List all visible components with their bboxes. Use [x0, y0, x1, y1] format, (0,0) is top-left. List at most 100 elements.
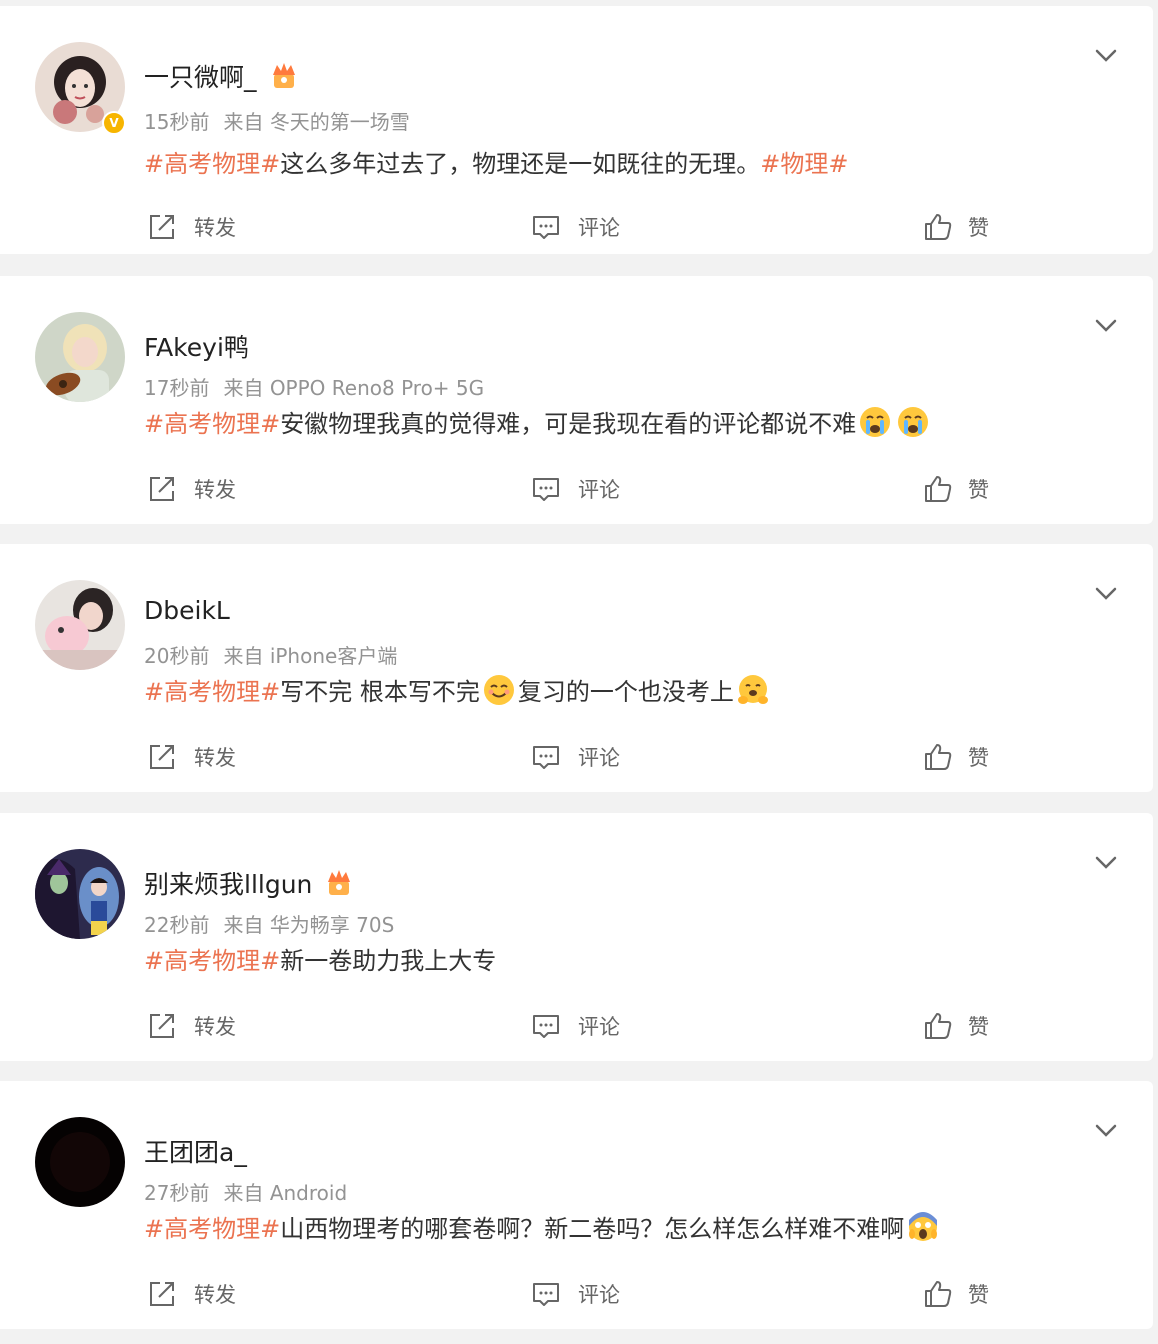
crown-icon: [328, 870, 351, 895]
username[interactable]: DbeikL: [144, 596, 230, 625]
comment-button[interactable]: 评论: [530, 464, 620, 514]
screaming-emoji-icon: [909, 1211, 938, 1241]
post-meta: 20秒前 来自 iPhone客户端: [144, 640, 397, 669]
thumbs-up-icon: [925, 214, 952, 240]
comment-icon: [533, 1283, 559, 1306]
post-card: 王团团a_ 27秒前 来自 Android #高考物理# 山西物理考的哪套卷啊？新二…: [0, 1081, 1153, 1329]
share-icon: [150, 215, 174, 239]
post-text: 复习的一个也没考上: [517, 678, 734, 706]
like-button[interactable]: 赞: [922, 732, 989, 782]
chevron-down-icon[interactable]: [1092, 312, 1120, 340]
post-actions: 转发 评论 赞: [0, 1001, 1153, 1051]
post-source: 冬天的第一场雪: [269, 110, 410, 134]
post-actions: 转发 评论 赞: [0, 202, 1153, 252]
avatar[interactable]: [35, 312, 125, 402]
thumbs-up-icon: [925, 744, 952, 770]
like-button[interactable]: 赞: [922, 464, 989, 514]
chevron-down-icon[interactable]: [1092, 1117, 1120, 1145]
post-time[interactable]: 22秒前: [144, 913, 209, 937]
thumbs-up-icon: [925, 1281, 952, 1307]
hashtag[interactable]: #高考物理#: [144, 672, 280, 707]
source-prefix: 来自: [223, 644, 264, 668]
avatar[interactable]: [35, 1117, 125, 1207]
post-source: 华为畅享 70S: [269, 913, 395, 937]
username[interactable]: 别来烦我lllgun: [144, 865, 312, 901]
like-button[interactable]: 赞: [922, 202, 989, 252]
comment-label: 评论: [578, 216, 620, 240]
comment-label: 评论: [578, 478, 620, 502]
like-label: 赞: [968, 1015, 989, 1039]
comment-button[interactable]: 评论: [530, 732, 620, 782]
hashtag[interactable]: #高考物理#: [144, 941, 280, 976]
verified-badge-icon: V: [102, 111, 126, 135]
post-content: #高考物理# 安徽物理我真的觉得难，可是我现在看的评论都说不难: [144, 404, 932, 439]
comment-button[interactable]: 评论: [530, 1001, 620, 1051]
comment-icon: [533, 1015, 559, 1038]
smiling-emoji-icon: [483, 674, 514, 705]
hashtag[interactable]: #高考物理#: [144, 404, 280, 439]
post-card: FAkeyi鸭 17秒前 来自 OPPO Reno8 Pro+ 5G #高考物理#…: [0, 276, 1153, 524]
post-meta: 27秒前 来自 Android: [144, 1177, 347, 1206]
post-source: Android: [269, 1181, 348, 1205]
post-actions: 转发 评论 赞: [0, 1269, 1153, 1319]
chevron-down-icon[interactable]: [1092, 849, 1120, 877]
crying-emoji-icon: [898, 406, 929, 437]
share-button[interactable]: 转发: [146, 732, 236, 782]
post-time[interactable]: 20秒前: [144, 644, 209, 668]
username-row: 一只微啊_: [144, 58, 299, 94]
comment-icon: [533, 746, 559, 769]
like-button[interactable]: 赞: [922, 1001, 989, 1051]
thumbs-up-icon: [925, 476, 952, 502]
post-content: #高考物理# 写不完 根本写不完 复习的一个也没考上: [144, 672, 772, 707]
hugging-emoji-icon: [737, 674, 768, 704]
share-label: 转发: [194, 1283, 236, 1307]
post-time[interactable]: 15秒前: [144, 110, 209, 134]
comment-button[interactable]: 评论: [530, 202, 620, 252]
chevron-down-icon[interactable]: [1092, 580, 1120, 608]
post-source: OPPO Reno8 Pro+ 5G: [269, 376, 485, 400]
post-text: 新一卷助力我上大专: [280, 947, 497, 975]
source-prefix: 来自: [223, 376, 264, 400]
post-actions: 转发 评论 赞: [0, 732, 1153, 782]
like-button[interactable]: 赞: [922, 1269, 989, 1319]
username[interactable]: 一只微啊_: [144, 58, 257, 94]
share-icon: [150, 477, 174, 501]
thumbs-up-icon: [925, 1013, 952, 1039]
source-prefix: 来自: [223, 110, 264, 134]
share-button[interactable]: 转发: [146, 1001, 236, 1051]
share-button[interactable]: 转发: [146, 464, 236, 514]
share-icon: [150, 1282, 174, 1306]
post-text: 山西物理考的哪套卷啊？新二卷吗？怎么样怎么样难不难啊: [280, 1215, 905, 1243]
like-label: 赞: [968, 216, 989, 240]
post-card: DbeikL 20秒前 来自 iPhone客户端 #高考物理# 写不完 根本写不完 …: [0, 544, 1153, 792]
chevron-down-icon[interactable]: [1092, 42, 1120, 70]
hashtag[interactable]: #高考物理#: [144, 144, 280, 179]
hashtag[interactable]: #物理#: [760, 144, 848, 179]
comment-button[interactable]: 评论: [530, 1269, 620, 1319]
username[interactable]: FAkeyi鸭: [144, 328, 249, 364]
post-text: 安徽物理我真的觉得难，可是我现在看的评论都说不难: [280, 410, 857, 438]
avatar[interactable]: [35, 849, 125, 939]
post-time[interactable]: 27秒前: [144, 1181, 209, 1205]
post-time[interactable]: 17秒前: [144, 376, 209, 400]
post-actions: 转发 评论 赞: [0, 464, 1153, 514]
username-row: FAkeyi鸭: [144, 328, 249, 364]
share-icon: [150, 1014, 174, 1038]
post-meta: 22秒前 来自 华为畅享 70S: [144, 909, 394, 938]
username[interactable]: 王团团a_: [144, 1133, 247, 1169]
hashtag[interactable]: #高考物理#: [144, 1209, 280, 1244]
share-button[interactable]: 转发: [146, 1269, 236, 1319]
comment-label: 评论: [578, 1015, 620, 1039]
share-button[interactable]: 转发: [146, 202, 236, 252]
post-meta: 17秒前 来自 OPPO Reno8 Pro+ 5G: [144, 372, 484, 401]
post-content: #高考物理# 山西物理考的哪套卷啊？新二卷吗？怎么样怎么样难不难啊: [144, 1209, 942, 1244]
avatar[interactable]: [35, 580, 125, 670]
source-prefix: 来自: [223, 913, 264, 937]
post-content: #高考物理# 这么多年过去了，物理还是一如既往的无理。 #物理#: [144, 144, 848, 179]
post-card: 别来烦我lllgun 22秒前 来自 华为畅享 70S #高考物理# 新一卷助力我上…: [0, 813, 1153, 1061]
post-meta: 15秒前 来自 冬天的第一场雪: [144, 106, 410, 135]
share-label: 转发: [194, 1015, 236, 1039]
post-content: #高考物理# 新一卷助力我上大专: [144, 941, 496, 976]
source-prefix: 来自: [223, 1181, 264, 1205]
post-text: 写不完 根本写不完: [280, 678, 480, 706]
